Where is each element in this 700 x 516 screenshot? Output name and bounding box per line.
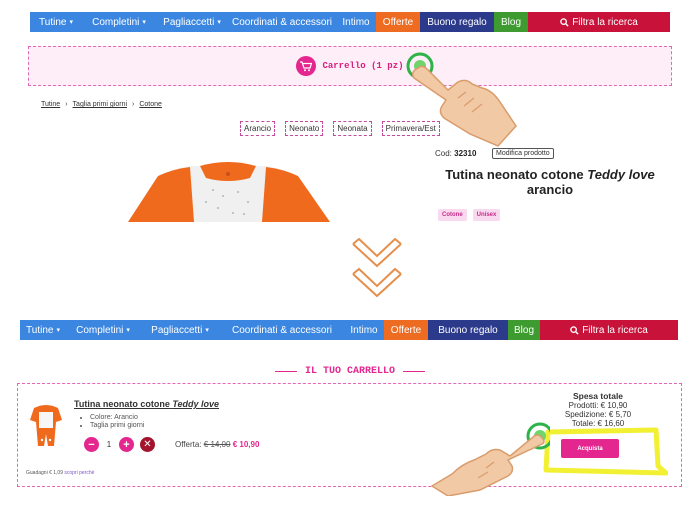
nav-item-intimo[interactable]: Intimo — [344, 320, 384, 340]
product-image — [118, 158, 338, 222]
chip-neonata[interactable]: Neonata — [333, 121, 372, 136]
nav-item-filtra-la-ricerca[interactable]: Filtra la ricerca — [528, 12, 670, 32]
chip-neonato[interactable]: Neonato — [285, 121, 324, 136]
tag-unisex[interactable]: Unisex — [472, 209, 501, 221]
chevron-down-icon: ▾ — [126, 327, 130, 334]
top-navbar: Tutine ▾ Completini ▾ Pagliaccetti ▾ Coordinat… — [30, 12, 670, 32]
nav-item-intimo[interactable]: Intimo — [336, 12, 376, 32]
nav-item-completini[interactable]: Completini ▾ — [66, 320, 140, 340]
product-title: Tutina neonato cotone Teddy love arancio — [430, 167, 670, 197]
chevron-down-icon: ▾ — [217, 19, 221, 26]
chevron-down-icon: ▾ — [142, 19, 146, 26]
remove-item-button[interactable]: ✕ — [140, 437, 155, 452]
title-color: arancio — [526, 182, 574, 197]
nav-item-filtra-la-ricerca[interactable]: Filtra la ricerca — [540, 320, 678, 340]
nav-item-blog[interactable]: Blog — [494, 12, 528, 32]
chevron-down-icon — [352, 238, 402, 298]
nav-item-tutine[interactable]: Tutine ▾ — [20, 320, 66, 340]
code-value: 32310 — [454, 149, 477, 158]
decrease-button[interactable]: − — [84, 437, 99, 452]
search-icon — [570, 325, 582, 335]
nav-item-label: Buono regalo — [438, 324, 498, 336]
buy-button[interactable]: Acquista — [561, 439, 619, 458]
nav-item-label: Offerte — [390, 324, 422, 336]
item-name-italic[interactable]: Teddy love — [172, 399, 219, 409]
nav-item-label: Completini — [92, 16, 140, 28]
bottom-navbar: Tutine ▾ Completini ▾ Pagliaccetti ▾ Coordinat… — [20, 320, 678, 340]
old-price: € 14,00 — [203, 440, 231, 449]
chevron-down-icon: ▾ — [56, 327, 60, 334]
quantity-value: 1 — [106, 440, 112, 449]
nav-item-offerte[interactable]: Offerte — [376, 12, 420, 32]
cart-label[interactable]: Carrello (1 pz) — [322, 61, 403, 71]
search-icon — [560, 17, 572, 27]
title-text: Tutina neonato cotone — [445, 167, 584, 182]
breadcrumb-taglia[interactable]: Taglia primi giorni — [73, 101, 127, 108]
cart-title-text: IL TUO CARRELLO — [304, 366, 395, 377]
product-code: Cod: 32310 — [435, 149, 476, 158]
item-size: Taglia primi giorni — [90, 422, 144, 430]
increase-button[interactable]: + — [119, 437, 134, 452]
chevron-down-icon: ▾ — [205, 327, 209, 334]
breadcrumb-separator: › — [132, 101, 135, 108]
nav-item-label: Pagliaccetti — [163, 16, 215, 28]
cart-item-name[interactable]: Tutina neonato cotone Teddy love — [74, 399, 219, 409]
nav-item-label: Intimo — [342, 16, 370, 28]
nav-item-label: Coordinati & accessori — [231, 324, 333, 336]
nav-item-label: Offerte — [382, 16, 414, 28]
nav-item-label: Completini — [76, 324, 124, 336]
nav-item-coordinati-accessori[interactable]: Coordinati & accessori — [228, 12, 336, 32]
cart-totals: Spesa totale Prodotti: € 10,90 Spedizion… — [538, 391, 658, 429]
tag-cotone[interactable]: Cotone — [438, 209, 467, 221]
nav-item-coordinati-accessori[interactable]: Coordinati & accessori — [220, 320, 344, 340]
chevron-down-icon: ▾ — [69, 19, 73, 26]
savings-note: Guadagni € 1,09 scopri perchè — [26, 470, 94, 476]
nav-item-buono-regalo[interactable]: Buono regalo — [420, 12, 494, 32]
nav-item-pagliaccetti[interactable]: Pagliaccetti ▾ — [156, 12, 228, 32]
pointing-hand-icon — [430, 422, 550, 496]
nav-item-label: Blog — [500, 16, 521, 28]
nav-item-label: Coordinati & accessori — [231, 16, 333, 28]
nav-item-label: Tutine — [39, 16, 67, 28]
breadcrumb-tutine[interactable]: Tutine — [41, 101, 60, 108]
item-thumbnail[interactable] — [28, 400, 64, 448]
nav-item-label: Filtra la ricerca — [582, 324, 648, 336]
edit-product-button[interactable]: Modifica prodotto — [492, 148, 554, 159]
pointing-hand-icon — [406, 52, 517, 147]
quantity-stepper: − 1 + ✕ — [84, 437, 155, 452]
item-color: Colore: Arancio — [90, 414, 144, 422]
offer-label: Offerta: — [175, 440, 202, 449]
nav-item-label: Tutine — [26, 324, 54, 336]
nav-item-offerte[interactable]: Offerte — [384, 320, 428, 340]
nav-item-blog[interactable]: Blog — [508, 320, 540, 340]
nav-item-label: Pagliaccetti — [151, 324, 203, 336]
breadcrumb: Tutine › Taglia primi giorni › Cotone — [41, 101, 162, 108]
title-italic: Teddy love — [587, 167, 655, 182]
totals-heading: Spesa totale — [572, 391, 624, 401]
savings-text: Guadagni € 1,09 — [26, 470, 63, 476]
item-attributes: Colore: Arancio Taglia primi giorni — [90, 414, 144, 430]
new-price: € 10,90 — [232, 440, 260, 449]
totals-shipping: Spedizione: € 5,70 — [564, 410, 632, 419]
totals-products: Prodotti: € 10,90 — [568, 401, 628, 410]
nav-item-label: Blog — [513, 324, 534, 336]
cart-section-title: IL TUO CARRELLO — [260, 366, 440, 377]
nav-item-completini[interactable]: Completini ▾ — [82, 12, 156, 32]
item-price: Offerta: € 14,00 € 10,90 — [175, 440, 259, 449]
breadcrumb-separator: › — [65, 101, 68, 108]
nav-item-pagliaccetti[interactable]: Pagliaccetti ▾ — [140, 320, 220, 340]
code-label: Cod: — [435, 149, 452, 158]
nav-item-label: Filtra la ricerca — [572, 16, 638, 28]
chip-arancio[interactable]: Arancio — [240, 121, 276, 136]
cart-bar[interactable]: Carrello (1 pz) — [28, 46, 672, 86]
breadcrumb-cotone[interactable]: Cotone — [139, 101, 162, 108]
nav-item-label: Intimo — [350, 324, 378, 336]
savings-link[interactable]: scopri perchè — [64, 470, 94, 476]
cart-icon[interactable] — [296, 56, 317, 76]
product-tags: Cotone Unisex — [438, 209, 501, 221]
item-name-text[interactable]: Tutina neonato cotone — [74, 399, 170, 409]
nav-item-buono-regalo[interactable]: Buono regalo — [428, 320, 508, 340]
nav-item-label: Buono regalo — [427, 16, 487, 28]
nav-item-tutine[interactable]: Tutine ▾ — [30, 12, 82, 32]
